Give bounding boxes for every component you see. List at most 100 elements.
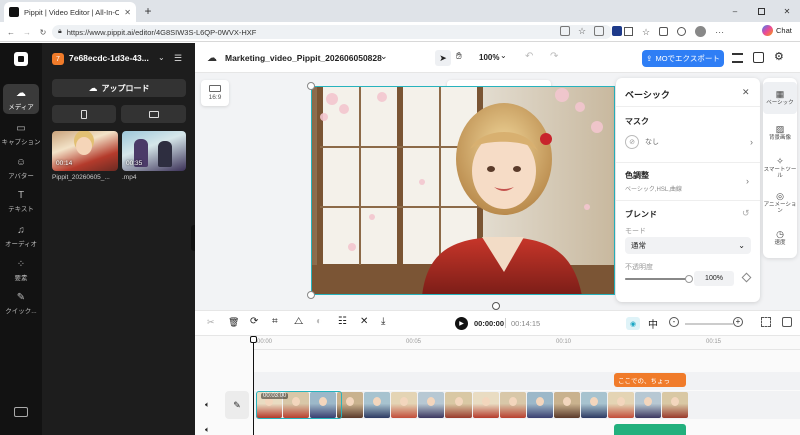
mirror-icon[interactable]: ⧍: [294, 316, 303, 327]
close-tab-icon[interactable]: ✕: [124, 8, 131, 17]
opacity-input[interactable]: 100%: [694, 271, 734, 286]
browser-tab[interactable]: Pippit | Video Editor | All-In-One V ✕: [4, 2, 136, 22]
clip-thumbnail: [607, 392, 634, 418]
delete-icon[interactable]: 🗑︎: [228, 317, 239, 328]
close-window-button[interactable]: ✕: [774, 0, 800, 22]
settings-gear-icon[interactable]: ⚙: [774, 50, 784, 63]
split-screen-icon[interactable]: [624, 27, 633, 36]
mode-select[interactable]: 通常 ⌄: [625, 237, 751, 254]
layout-icon[interactable]: [753, 52, 764, 63]
audio-track-icon[interactable]: 🔈︎: [205, 425, 210, 435]
reload-icon[interactable]: ↻: [36, 25, 50, 39]
layers-icon[interactable]: [732, 53, 743, 63]
split-icon[interactable]: ✂︎: [207, 317, 215, 328]
download-icon[interactable]: ⤓: [381, 316, 385, 327]
media-tile[interactable]: 00:14: [52, 131, 118, 171]
play-button[interactable]: ▶: [455, 317, 468, 330]
more-menu-icon[interactable]: ···: [715, 27, 724, 37]
read-aloud-icon[interactable]: [560, 26, 570, 36]
rail-tab-animation[interactable]: ◎ アニメーション: [763, 187, 797, 219]
keyframe-diamond-icon[interactable]: [741, 272, 752, 283]
snap-icon[interactable]: 中: [648, 316, 658, 331]
crop-tool-icon[interactable]: ⌗: [272, 316, 278, 327]
sidebar-item-text[interactable]: T テキスト: [3, 186, 39, 216]
project-name[interactable]: 7e68ecdc-1d3e-43...: [69, 53, 149, 63]
sidebar-item-music[interactable]: ♫ オーディオ: [3, 221, 39, 251]
sidebar-item-elements[interactable]: ⁘ 要素: [3, 255, 39, 285]
adjust-icon[interactable]: ☷: [338, 316, 347, 327]
select-tool-button[interactable]: ➤: [435, 50, 451, 66]
undo-icon[interactable]: ↶: [525, 51, 533, 62]
zoom-out-icon[interactable]: -: [669, 317, 679, 327]
maximize-button[interactable]: [748, 0, 774, 22]
url-field[interactable]: 🔒︎ https://www.pippit.ai/editor/4G8SIW3S…: [52, 25, 612, 39]
aspect-ratio-button[interactable]: 16:9: [201, 80, 229, 106]
rail-tab-smart-tool[interactable]: ✧ スマートツール: [763, 152, 797, 184]
rail-tab-label: アニメーション: [763, 202, 797, 215]
sidebar-item-cloud[interactable]: ☁ メディア: [3, 84, 39, 114]
rail-tab-speed[interactable]: ◷ 速度: [763, 222, 797, 254]
extension-icon[interactable]: [594, 26, 605, 36]
zoom-level[interactable]: 100%: [479, 53, 499, 62]
new-tab-button[interactable]: +: [141, 4, 155, 18]
cover-edit-button[interactable]: ✎: [225, 391, 249, 419]
audio-track-icon[interactable]: 🔈︎: [205, 400, 210, 410]
color-adjust-row[interactable]: 色調整 ベーシック,HSL,曲線 ›: [625, 170, 753, 196]
audio-clip[interactable]: [614, 424, 686, 435]
text-clip[interactable]: ここでの、ちょっ: [614, 373, 686, 387]
timeline-ruler: 00:00 00:05 00:10 00:15: [253, 336, 800, 350]
fullscreen-icon[interactable]: [761, 317, 771, 327]
profile-avatar[interactable]: [695, 26, 707, 37]
screen-view-button[interactable]: [121, 105, 186, 123]
copilot-icon: [762, 25, 773, 36]
rail-tab-basic[interactable]: ▦ ベーシック: [763, 82, 797, 114]
rotate-handle[interactable]: [492, 302, 500, 310]
media-duration: 00:35: [126, 160, 143, 167]
rail-tab-background[interactable]: ▨ 背景画像: [763, 117, 797, 149]
panel-title: ベーシック: [625, 90, 670, 100]
collections-icon[interactable]: [659, 27, 669, 36]
timeline-menu-icon[interactable]: [782, 317, 792, 327]
canvas-video-frame[interactable]: [311, 86, 615, 295]
export-button[interactable]: ⇪ MOでエクスポート: [642, 50, 724, 67]
back-icon[interactable]: ←: [4, 25, 18, 39]
opacity-slider[interactable]: [625, 275, 693, 283]
sidebar-item-caption[interactable]: ▭ キャプション: [2, 119, 41, 149]
chevron-down-icon[interactable]: ⌄: [380, 51, 388, 62]
animation-icon: ◎: [776, 190, 784, 201]
chevron-down-icon[interactable]: ⌄: [500, 51, 507, 60]
playhead-knob[interactable]: [250, 336, 257, 343]
opacity-knob[interactable]: [685, 275, 693, 283]
phone-view-button[interactable]: [52, 105, 116, 123]
filter-icon[interactable]: ☰: [174, 53, 182, 64]
mask-tool-icon[interactable]: ◐: [316, 316, 322, 327]
redo-icon[interactable]: ↷: [550, 51, 558, 62]
properties-tab-rail: ▦ ベーシック ▨ 背景画像 ✧ スマートツール ◎ アニメーション ◷ 速度: [763, 78, 797, 258]
project-title[interactable]: Marketing_video_Pippit_202606050828: [225, 53, 382, 63]
upload-button[interactable]: ☁ アップロード: [52, 79, 186, 97]
minimize-button[interactable]: –: [722, 0, 748, 22]
speed-tool-icon[interactable]: ✕: [360, 316, 368, 327]
close-icon[interactable]: ✕: [742, 87, 750, 98]
timeline-zoom-slider[interactable]: [685, 323, 733, 325]
sidebar-item-quick[interactable]: ✎ クイック...: [3, 288, 39, 318]
forward-icon[interactable]: →: [20, 25, 34, 39]
browser-essentials-icon[interactable]: [677, 27, 687, 36]
address-bar: ← → ↻ 🔒︎ https://www.pippit.ai/editor/4G…: [0, 22, 800, 42]
favorite-star-icon[interactable]: ☆: [578, 26, 586, 36]
edge-extension-icon[interactable]: [612, 26, 623, 36]
reset-icon[interactable]: ↺: [742, 208, 750, 219]
ai-caption-toggle[interactable]: ◉: [626, 317, 640, 330]
replay-icon[interactable]: ⟳: [250, 316, 258, 327]
sidebar-item-avatar[interactable]: ☺ アバター: [3, 153, 39, 183]
keyboard-shortcuts-icon[interactable]: [14, 407, 28, 417]
copilot-chat-button[interactable]: Chat: [762, 25, 792, 36]
resize-handle[interactable]: [307, 291, 315, 299]
media-tile[interactable]: 00:35: [122, 131, 186, 171]
zoom-in-icon[interactable]: +: [733, 317, 743, 327]
chevron-down-icon[interactable]: ⌄: [158, 53, 165, 62]
favorites-icon[interactable]: ☆: [642, 27, 650, 37]
resize-handle[interactable]: [307, 82, 315, 90]
hand-tool-icon[interactable]: ✋︎: [456, 51, 462, 62]
mask-selector[interactable]: ⊘ なし ›: [625, 132, 753, 152]
